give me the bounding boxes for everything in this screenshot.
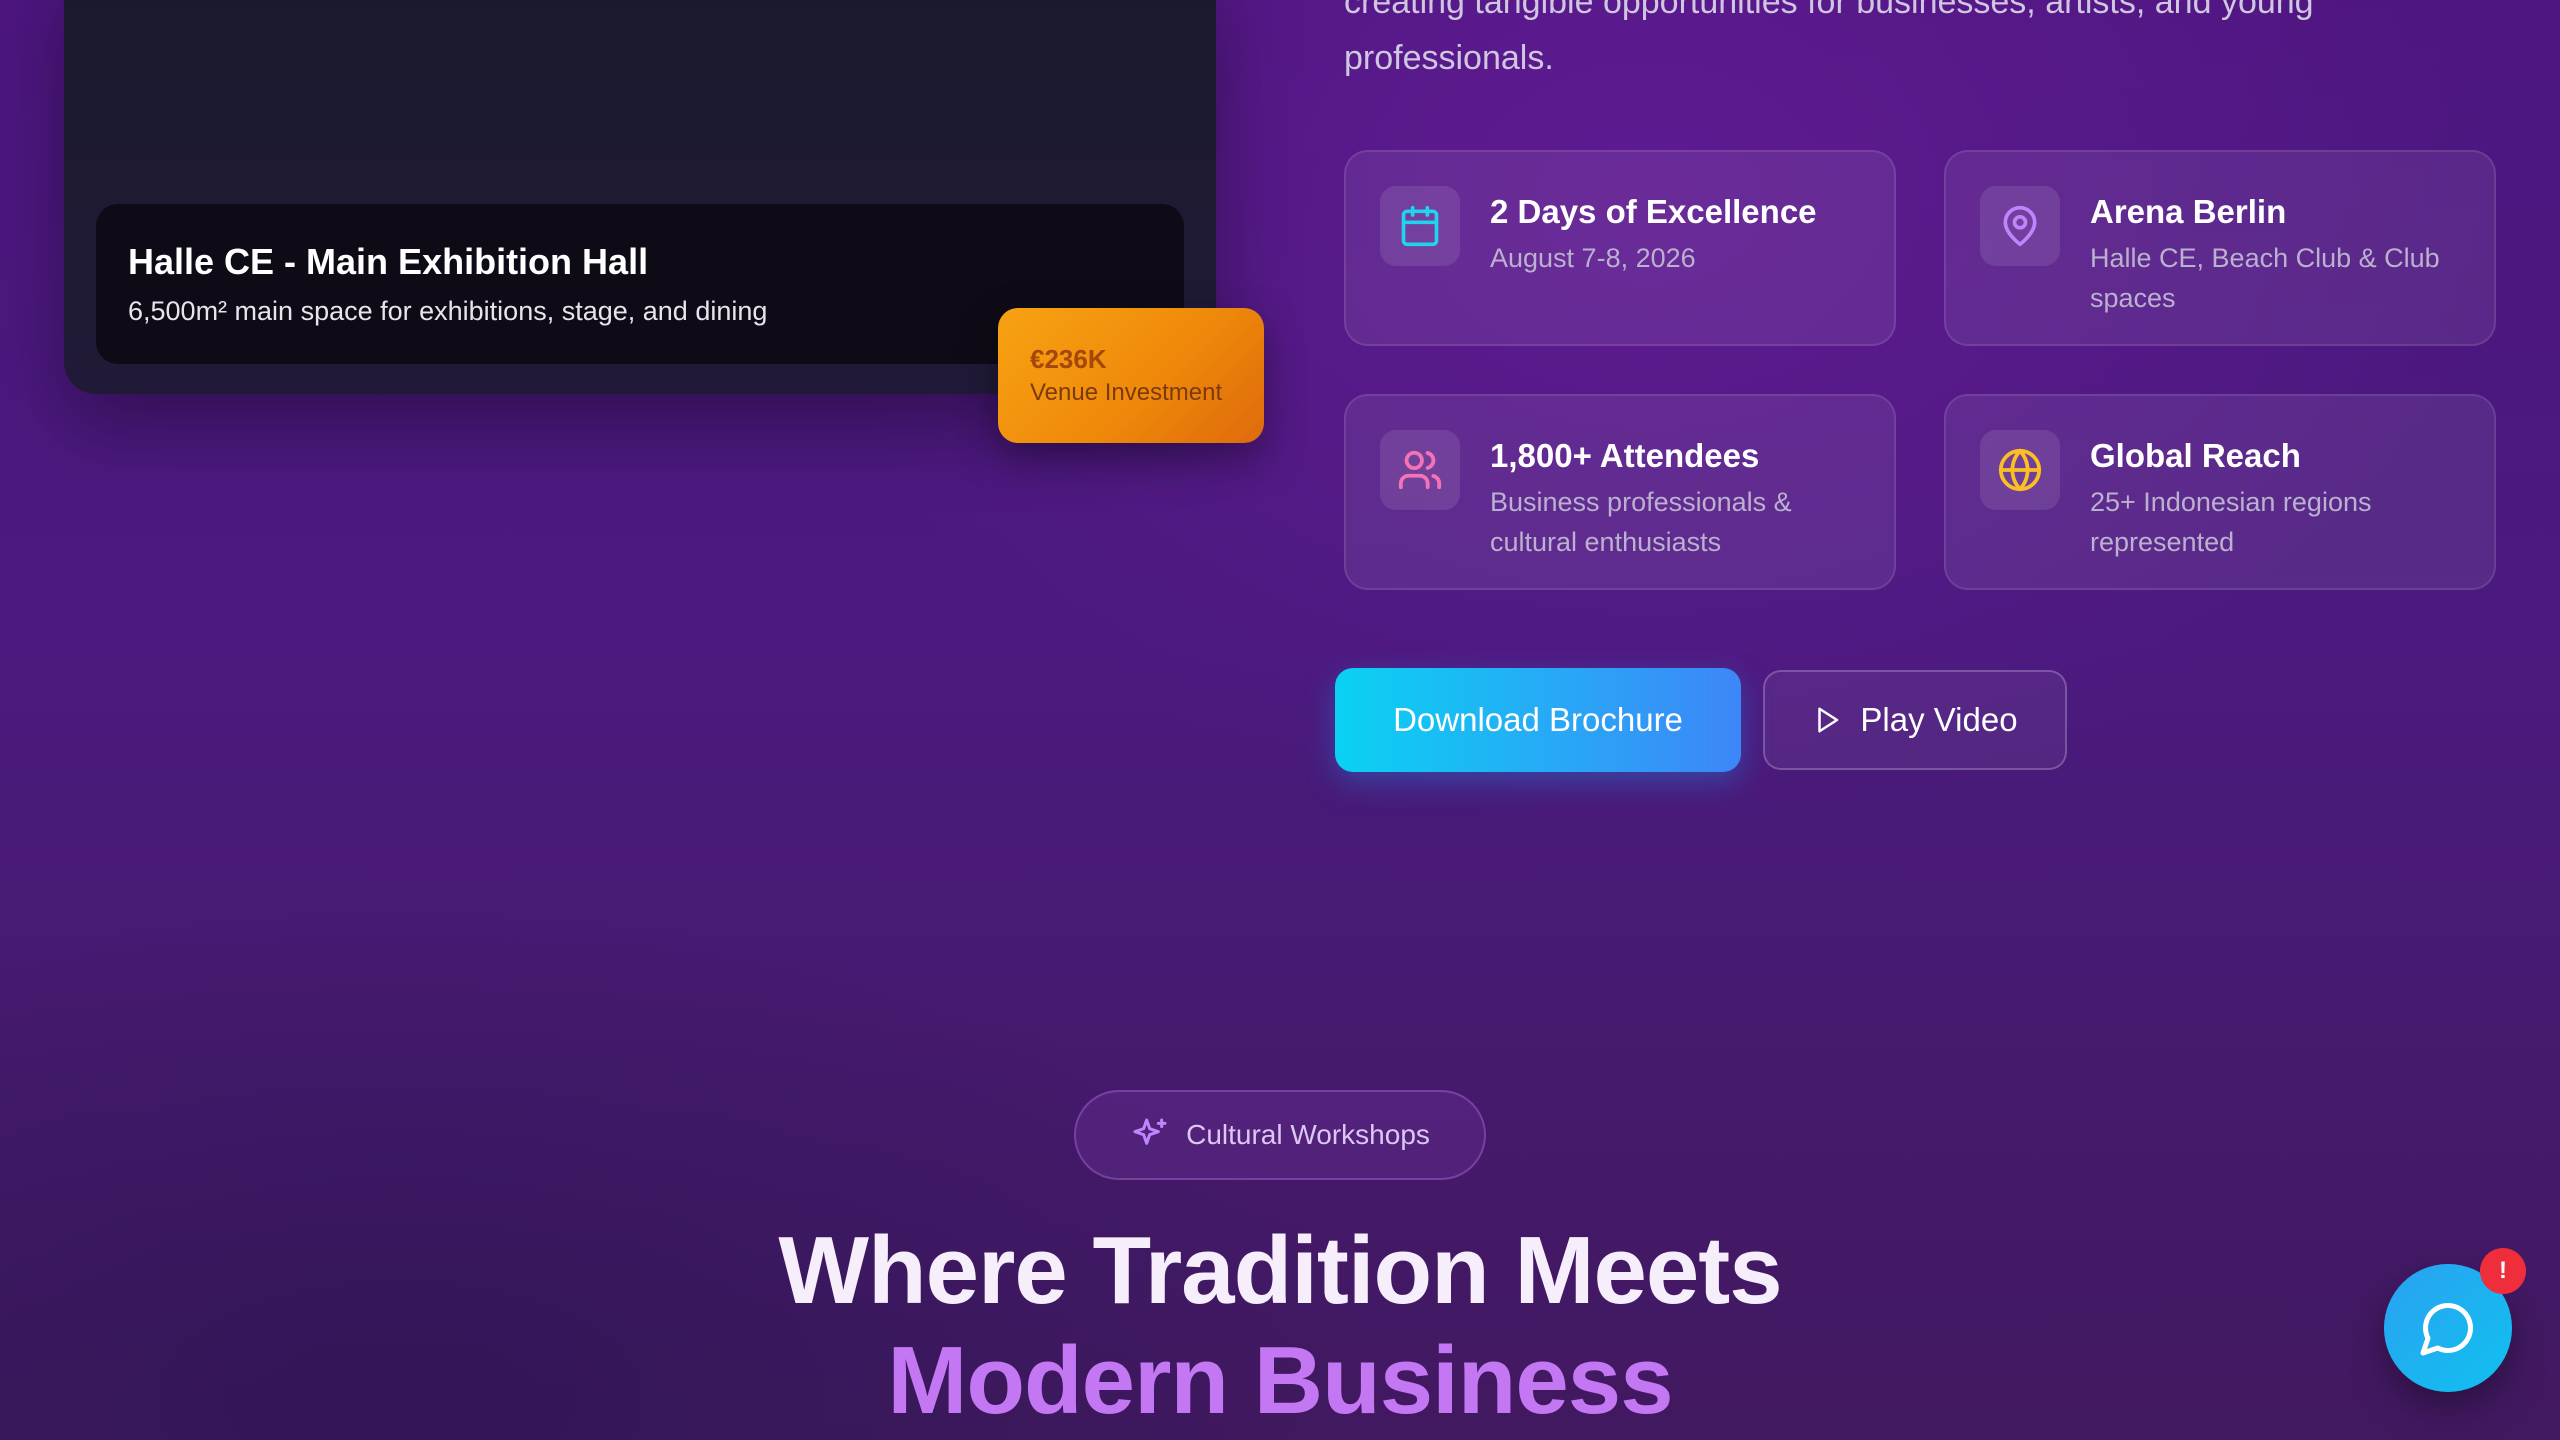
stat-card-reach: Global Reach 25+ Indonesian regions repr… bbox=[1944, 394, 2496, 590]
sparkles-icon bbox=[1130, 1115, 1170, 1155]
badge-value: €236K bbox=[1030, 344, 1107, 374]
stat-title: 1,800+ Attendees bbox=[1490, 437, 1760, 474]
section-headline-line-1: Where Tradition Meets bbox=[778, 1217, 1782, 1324]
stat-card-days: 2 Days of Excellence August 7-8, 2026 bbox=[1344, 150, 1896, 346]
section-headline-line-2: Modern Business bbox=[887, 1327, 1673, 1434]
download-brochure-button[interactable]: Download Brochure bbox=[1335, 668, 1741, 772]
venue-investment-badge: €236K Venue Investment bbox=[998, 308, 1264, 443]
globe-icon bbox=[1980, 430, 2060, 510]
chat-notification-badge: ! bbox=[2480, 1248, 2526, 1294]
badge-label: Venue Investment bbox=[1030, 379, 1223, 406]
stat-desc: August 7-8, 2026 bbox=[1490, 243, 1696, 273]
stat-card-attendees: 1,800+ Attendees Business professionals … bbox=[1344, 394, 1896, 590]
stat-desc: Halle CE, Beach Club & Club spaces bbox=[2090, 243, 2440, 313]
play-icon bbox=[1812, 705, 1842, 735]
section-tag-pill: Cultural Workshops bbox=[1074, 1090, 1486, 1180]
stat-title: Arena Berlin bbox=[2090, 193, 2287, 230]
calendar-icon bbox=[1380, 186, 1460, 266]
section-tag-label: Cultural Workshops bbox=[1186, 1119, 1430, 1150]
stat-desc: Business professionals & cultural enthus… bbox=[1490, 487, 1792, 557]
intro-paragraph: creating tangible opportunities for busi… bbox=[1344, 0, 2314, 77]
map-pin-icon bbox=[1980, 186, 2060, 266]
play-video-label: Play Video bbox=[1860, 701, 2018, 738]
users-icon bbox=[1380, 430, 1460, 510]
play-video-button[interactable]: Play Video bbox=[1763, 670, 2067, 770]
venue-title: Halle CE - Main Exhibition Hall bbox=[128, 241, 649, 282]
chat-bubble-icon bbox=[2418, 1298, 2478, 1358]
stat-title: 2 Days of Excellence bbox=[1490, 193, 1817, 230]
stat-title: Global Reach bbox=[2090, 437, 2301, 474]
stat-card-location: Arena Berlin Halle CE, Beach Club & Club… bbox=[1944, 150, 2496, 346]
stat-desc: 25+ Indonesian regions represented bbox=[2090, 487, 2372, 557]
